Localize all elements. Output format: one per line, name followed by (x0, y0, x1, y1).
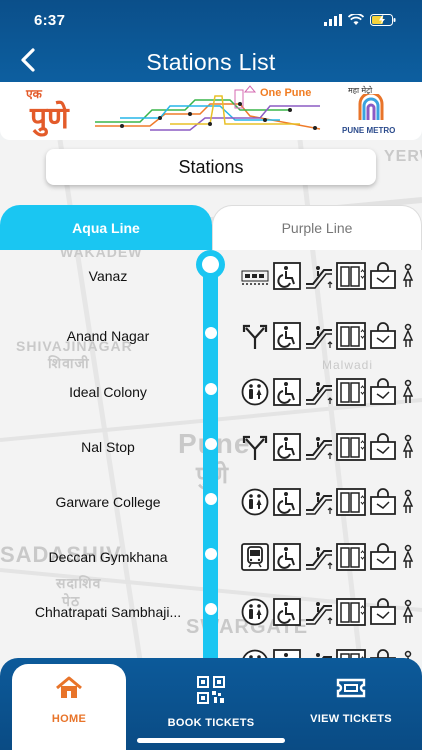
escalator-icon (304, 261, 334, 291)
station-name[interactable]: Anand Nagar (8, 328, 208, 344)
restroom-icon (240, 597, 270, 627)
washroom-icon (400, 261, 416, 291)
station-amenities (240, 377, 416, 407)
tab-purple-line[interactable]: Purple Line (212, 205, 422, 250)
banner-pune-text: पुणे (30, 101, 69, 136)
signal-icon (324, 14, 342, 26)
station-dot (205, 603, 217, 615)
station-name[interactable]: Deccan Gymkhana (8, 549, 208, 565)
status-icons (324, 14, 396, 26)
route-split-icon (240, 321, 270, 351)
elevator-icon (336, 597, 366, 627)
wheelchair-icon (272, 377, 302, 407)
station-dot (205, 383, 217, 395)
title-row: Stations List (0, 44, 422, 80)
escalator-icon (304, 597, 334, 627)
station-amenities (240, 542, 416, 572)
restroom-icon (240, 377, 270, 407)
washroom-icon (400, 321, 416, 351)
station-name[interactable]: Chhatrapati Sambhaji... (8, 604, 208, 620)
aqua-line-track (203, 262, 218, 662)
one-pune-banner: एक पुणे One Pune महा मेट्रो PUNE METRO (0, 82, 422, 140)
shopping-bag-icon (368, 597, 398, 627)
washroom-icon (400, 377, 416, 407)
page-title: Stations List (146, 48, 276, 75)
qr-code-icon (197, 676, 225, 709)
restroom-icon (240, 487, 270, 517)
nav-home-label: HOME (51, 713, 87, 725)
home-indicator (137, 738, 285, 743)
wheelchair-icon (272, 542, 302, 572)
tab-aqua-line[interactable]: Aqua Line (0, 205, 212, 250)
map-label-shivajinagar-dev: शिवाजी (48, 355, 90, 371)
station-dot (205, 493, 217, 505)
shopping-bag-icon (368, 487, 398, 517)
banner-one-pune-text: One Pune (260, 87, 312, 99)
shopping-bag-icon (368, 321, 398, 351)
station-dot (205, 548, 217, 560)
station-amenities (240, 321, 416, 351)
shopping-bag-icon (368, 432, 398, 462)
nav-book-tickets-label: BOOK TICKETS (167, 717, 255, 729)
station-name[interactable]: Nal Stop (8, 439, 208, 455)
back-button[interactable] (14, 47, 42, 77)
washroom-icon (400, 597, 416, 627)
station-amenities (240, 261, 416, 291)
station-dot (205, 438, 217, 450)
escalator-icon (304, 542, 334, 572)
elevator-icon (336, 321, 366, 351)
escalator-icon (304, 432, 334, 462)
wheelchair-icon (272, 487, 302, 517)
station-amenities (240, 432, 416, 462)
washroom-icon (400, 542, 416, 572)
map-label-malwadi: Malwadi (322, 358, 374, 372)
stations-button[interactable]: Stations (46, 149, 376, 185)
status-time: 6:37 (34, 11, 66, 29)
chevron-left-icon (20, 47, 36, 77)
escalator-icon (304, 377, 334, 407)
shopping-bag-icon (368, 377, 398, 407)
station-name[interactable]: Ideal Colony (8, 384, 208, 400)
escalator-icon (304, 321, 334, 351)
banner-pune-metro-text: PUNE METRO (342, 126, 396, 135)
map-label-yerw: YERW (384, 148, 422, 165)
nav-home[interactable]: HOME (12, 664, 126, 750)
status-bar: 6:37 (0, 0, 422, 40)
wifi-icon (348, 14, 364, 26)
nav-view-tickets-label: VIEW TICKETS (310, 713, 392, 725)
wheelchair-icon (272, 597, 302, 627)
station-amenities (240, 597, 416, 627)
elevator-icon (336, 542, 366, 572)
elevator-icon (336, 261, 366, 291)
elevator-icon (336, 487, 366, 517)
station-name[interactable]: Garware College (8, 494, 208, 510)
pune-metro-logo (356, 91, 386, 129)
battery-icon (370, 14, 396, 26)
wheelchair-icon (272, 321, 302, 351)
route-split-icon (240, 432, 270, 462)
shopping-bag-icon (368, 261, 398, 291)
line-tabs: Aqua Line Purple Line (0, 205, 422, 250)
station-amenities (240, 487, 416, 517)
washroom-icon (400, 432, 416, 462)
bottom-navigation: HOME BOOK TICKETS VIEW TICKETS (0, 658, 422, 750)
train-depot-icon (240, 261, 270, 291)
nav-view-tickets[interactable]: VIEW TICKETS (294, 664, 408, 750)
wheelchair-icon (272, 261, 302, 291)
station-name[interactable]: Vanaz (8, 268, 208, 284)
home-icon (55, 676, 83, 705)
washroom-icon (400, 487, 416, 517)
station-dot (205, 327, 217, 339)
wheelchair-icon (272, 432, 302, 462)
elevator-icon (336, 432, 366, 462)
app-header: 6:37 Stations List (0, 0, 422, 82)
elevator-icon (336, 377, 366, 407)
map-label-sadashiv-dev: सदाशिव (56, 575, 102, 591)
shopping-bag-icon (368, 542, 398, 572)
train-front-icon (240, 542, 270, 572)
ticket-icon (336, 676, 366, 705)
escalator-icon (304, 487, 334, 517)
